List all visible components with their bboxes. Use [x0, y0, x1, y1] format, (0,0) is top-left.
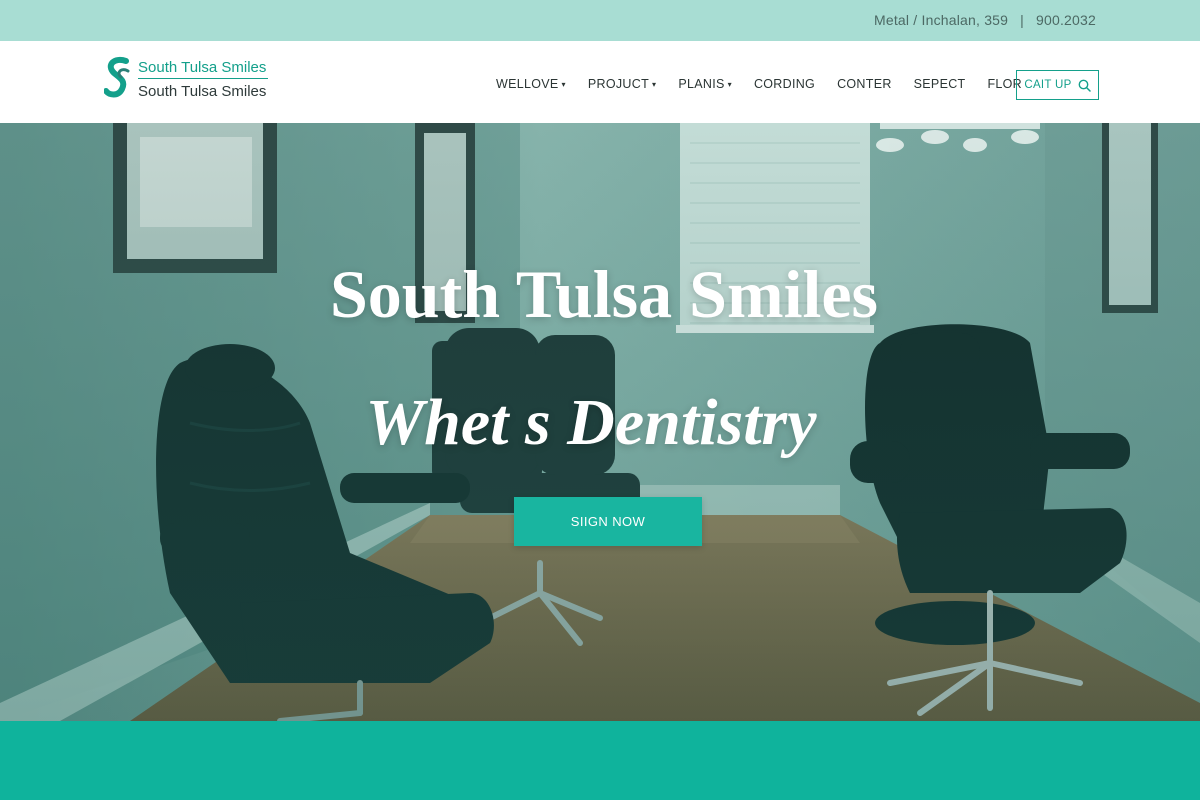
nav-label: PROJUCT	[587, 77, 650, 91]
teal-band	[0, 721, 1200, 800]
sign-now-button[interactable]: SIIGN NOW	[514, 497, 702, 546]
main-nav: WELLOVE ▾ PROJUCT ▾ PLANIS ▾ CORDING CONTER…	[496, 77, 1022, 91]
hero-subtitle: Whet s Dentistry	[365, 386, 817, 459]
contact-info: Metal / Inchalan, 359 | 900.2032	[874, 12, 1096, 28]
nav-item-projuct[interactable]: PROJUCT ▾	[588, 77, 656, 91]
nav-item-cording[interactable]: CORDING	[754, 77, 815, 91]
nav-item-sepect[interactable]: SEPECT	[914, 77, 966, 91]
logo-text-secondary: South Tulsa Smiles	[138, 82, 267, 100]
top-info-bar: Metal / Inchalan, 359 | 900.2032	[0, 0, 1200, 41]
call-up-search-button[interactable]: CAIT UP	[1016, 70, 1099, 100]
nav-item-planis[interactable]: PLANIS ▾	[678, 77, 732, 91]
hero-title: South Tulsa Smiles	[329, 256, 879, 332]
hero-section: South Tulsa Smiles Whet s Dentistry SIIG…	[0, 123, 1200, 721]
cta-label: CAIT UP	[1024, 79, 1072, 91]
nav-label: PLANIS	[678, 77, 725, 91]
nav-label: SEPECT	[913, 77, 966, 91]
phone-link[interactable]: 900.2032	[1036, 12, 1096, 28]
chevron-down-icon: ▾	[652, 79, 657, 89]
nav-item-wellove[interactable]: WELLOVE ▾	[496, 77, 566, 91]
nav-label: CORDING	[753, 77, 816, 91]
nav-label: CONTER	[837, 77, 892, 91]
chevron-down-icon: ▾	[561, 79, 566, 89]
nav-item-conter[interactable]: CONTER	[837, 77, 892, 91]
nav-label: WELLOVE	[496, 77, 559, 91]
site-header: South Tulsa Smiles South Tulsa Smiles WE…	[0, 41, 1200, 123]
logo[interactable]: South Tulsa Smiles South Tulsa Smiles	[104, 55, 268, 103]
address-text: Metal / Inchalan, 359	[873, 12, 1009, 28]
search-icon	[1078, 79, 1091, 92]
tooth-logo-icon	[104, 57, 130, 98]
chevron-down-icon: ▾	[727, 79, 732, 89]
separator: |	[1020, 12, 1024, 28]
logo-text-primary: South Tulsa Smiles	[138, 59, 268, 79]
